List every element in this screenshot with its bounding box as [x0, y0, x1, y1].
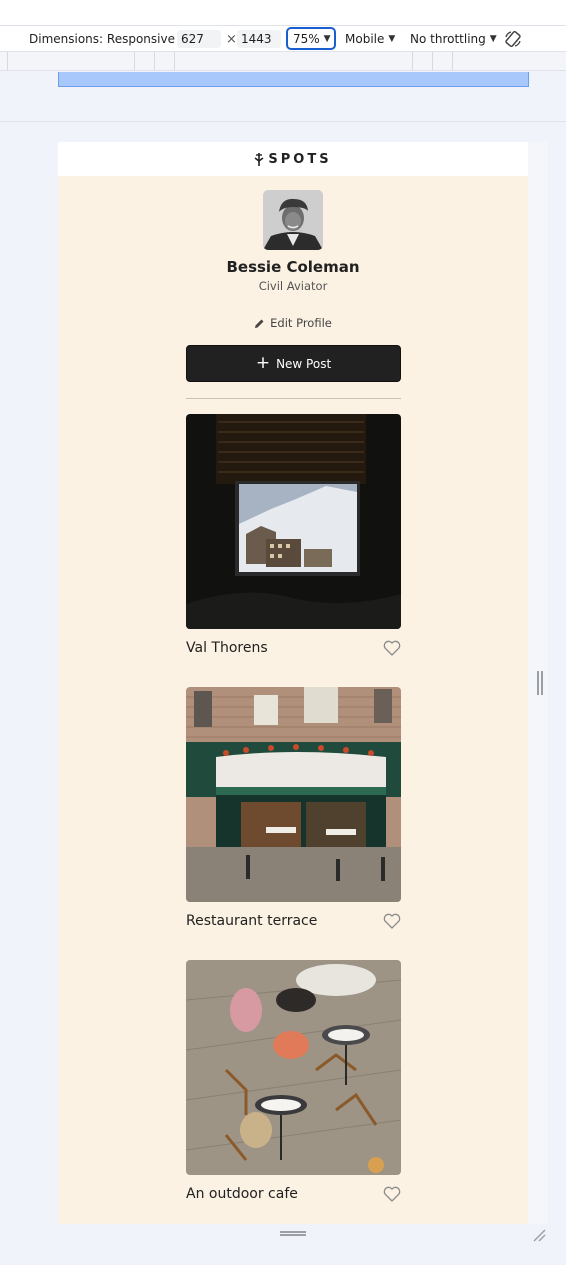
profile-name: Bessie Coleman: [226, 258, 360, 276]
caret-down-icon: ▼: [323, 33, 331, 44]
spots-page: SPOTS Bessie Coleman Civil Aviator Edit …: [58, 142, 528, 1224]
top-blank-area: [0, 0, 566, 25]
media-query-ruler: [0, 52, 566, 71]
throttling-dropdown[interactable]: No throttling ▼: [410, 26, 497, 52]
card: Restaurant terrace: [186, 687, 401, 931]
logo[interactable]: SPOTS: [254, 152, 331, 167]
new-post-button[interactable]: + New Post: [186, 345, 401, 382]
plus-icon: +: [255, 353, 271, 373]
rotate-icon[interactable]: [503, 29, 523, 49]
card: Val Thorens: [186, 414, 401, 658]
heart-icon[interactable]: [383, 913, 401, 929]
caret-down-icon: ▼: [388, 34, 396, 44]
bottom-resize-area: [58, 1224, 548, 1244]
spots-logo-icon: [254, 152, 264, 166]
dimensions-dropdown[interactable]: Dimensions: Responsive ▼: [29, 26, 186, 52]
height-input[interactable]: 1443: [237, 30, 281, 48]
right-resize-handle[interactable]: [537, 671, 543, 695]
edit-profile-button[interactable]: Edit Profile: [248, 314, 338, 332]
card-title: An outdoor cafe: [186, 1186, 298, 1202]
new-post-label: New Post: [276, 356, 332, 371]
card: An outdoor cafe: [186, 960, 401, 1204]
canvas-divider: [0, 121, 566, 122]
zoom-dropdown[interactable]: 75% ▼: [286, 27, 336, 50]
bottom-resize-handle[interactable]: [280, 1231, 306, 1236]
page-header: SPOTS: [58, 142, 528, 176]
card-image[interactable]: [186, 687, 401, 902]
width-input[interactable]: 627: [177, 30, 221, 48]
device-mode-label: Mobile: [345, 32, 385, 46]
card-image[interactable]: [186, 414, 401, 629]
section-divider: [186, 398, 401, 399]
heart-icon[interactable]: [383, 1186, 401, 1202]
card-title: Val Thorens: [186, 640, 268, 656]
avatar: [263, 190, 323, 250]
corner-resize-icon[interactable]: [532, 1228, 546, 1242]
media-query-bar[interactable]: [58, 72, 529, 87]
device-viewport: SPOTS Bessie Coleman Civil Aviator Edit …: [58, 142, 548, 1244]
times-sign: ×: [226, 31, 237, 47]
heart-icon[interactable]: [383, 640, 401, 656]
dimensions-label: Dimensions: Responsive: [29, 32, 175, 46]
pencil-icon: [255, 319, 264, 328]
edit-profile-label: Edit Profile: [270, 316, 332, 330]
card-title: Restaurant terrace: [186, 913, 318, 929]
device-mode-dropdown[interactable]: Mobile ▼: [345, 26, 395, 52]
caret-down-icon: ▼: [489, 34, 497, 44]
device-toolbar: Dimensions: Responsive ▼ 627 × 1443 75% …: [0, 25, 566, 52]
logo-text: SPOTS: [268, 151, 332, 167]
zoom-value: 75%: [293, 31, 320, 46]
card-image[interactable]: [186, 960, 401, 1175]
profile-description: Civil Aviator: [258, 279, 328, 293]
throttling-label: No throttling: [410, 32, 486, 46]
